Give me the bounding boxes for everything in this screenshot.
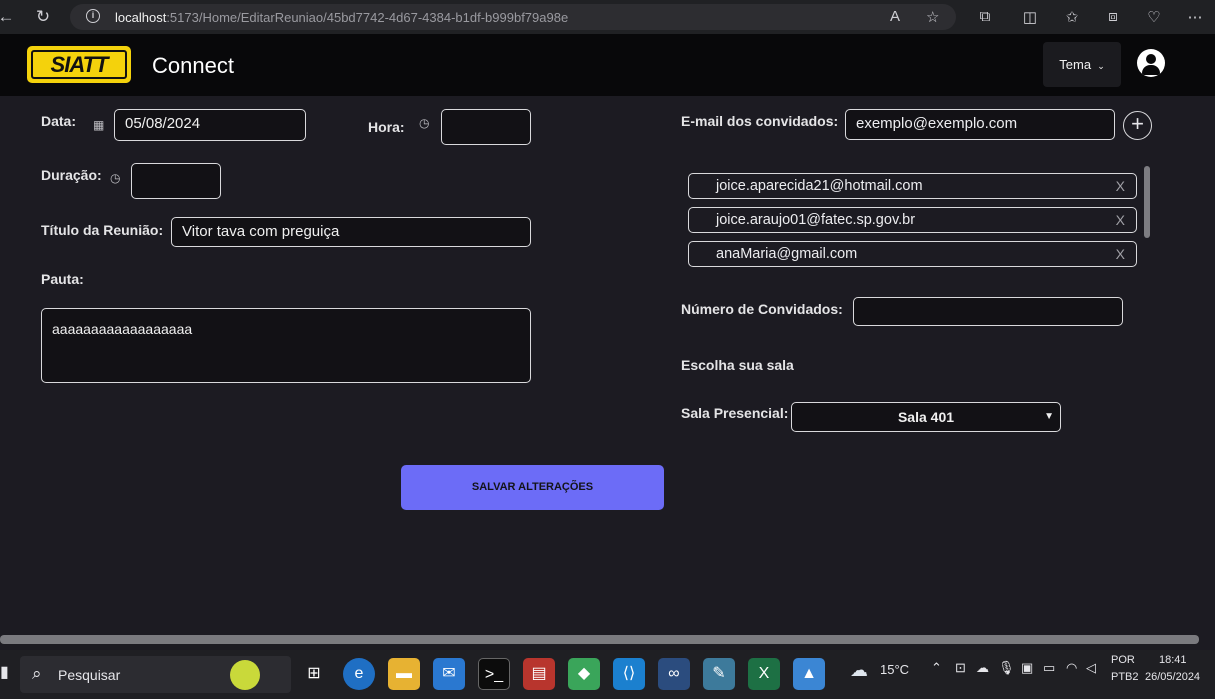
theme-label: Tema xyxy=(1059,57,1092,72)
clock-icon: ◷ xyxy=(110,171,121,185)
room-label: Sala Presencial: xyxy=(681,405,789,421)
usb-icon[interactable]: ⊡ xyxy=(955,660,966,676)
tennis-highlight-icon xyxy=(230,660,260,690)
siatt-logo[interactable]: SIATT xyxy=(27,46,131,83)
guest-email-text: anaMaria@gmail.com xyxy=(716,246,858,262)
guest-list-scrollbar[interactable] xyxy=(1144,166,1150,238)
time-input[interactable] xyxy=(441,109,531,145)
keyboard-layout-indicator[interactable]: PTB2 xyxy=(1111,671,1139,683)
favorite-star-icon[interactable]: ☆ xyxy=(926,8,939,26)
volume-icon[interactable]: ◁ xyxy=(1086,660,1096,676)
extensions-icon[interactable]: ⧉ xyxy=(976,8,994,25)
guest-emails-label: E-mail dos convidados: xyxy=(681,113,839,129)
guest-email-text: joice.aparecida21@hotmail.com xyxy=(716,178,923,194)
date-label: Data: xyxy=(41,113,77,129)
clock-date[interactable]: 26/05/2024 xyxy=(1145,671,1200,683)
clock-time[interactable]: 18:41 xyxy=(1159,654,1187,666)
agenda-textarea[interactable]: aaaaaaaaaaaaaaaaaa xyxy=(41,308,531,383)
edit-meeting-form: Data: ▦ 05/08/2024 Hora: ◷ Duração: ◷ Tí… xyxy=(0,96,1215,632)
plus-icon: + xyxy=(1131,111,1144,136)
read-aloud-icon[interactable]: A xyxy=(890,8,900,25)
windows-taskbar: ▮ ⌕ Pesquisar ⊞ e ▬ ✉ >_ ▤ ◆ ⟨⟩ ∞ ✎ X ▲ … xyxy=(0,650,1215,699)
mail-icon[interactable]: ✉ xyxy=(433,658,465,690)
address-bar[interactable]: i localhost:5173/Home/EditarReuniao/45bd… xyxy=(70,4,956,30)
brand-title: Connect xyxy=(152,53,234,78)
visual-studio-icon[interactable]: ∞ xyxy=(658,658,690,690)
duration-label: Duração: xyxy=(41,167,102,183)
browser-toolbar: ← ↻ i localhost:5173/Home/EditarReuniao/… xyxy=(0,0,1215,34)
room-select[interactable]: Sala 401 ▼ xyxy=(791,402,1061,432)
language-indicator[interactable]: POR xyxy=(1111,654,1135,666)
more-menu-icon[interactable]: ⋯ xyxy=(1186,8,1204,26)
split-screen-icon[interactable]: ◫ xyxy=(1021,8,1039,26)
app-header: SIATT Connect Tema ⌄ xyxy=(0,34,1215,96)
url-text: localhost:5173/Home/EditarReuniao/45bd77… xyxy=(115,10,569,25)
cloud-sync-icon[interactable]: ☁ xyxy=(976,660,989,676)
horizontal-scrollbar[interactable] xyxy=(0,632,1215,650)
notes-app-icon[interactable]: ✎ xyxy=(703,658,735,690)
microphone-icon[interactable]: 🎙 xyxy=(998,660,1015,676)
meeting-title-input[interactable]: Vitor tava com preguiça xyxy=(171,217,531,247)
terminal-icon[interactable]: >_ xyxy=(478,658,510,690)
archive-app-icon[interactable]: ▤ xyxy=(523,658,555,690)
calendar-icon: ▦ xyxy=(93,118,105,132)
duration-input[interactable] xyxy=(131,163,221,199)
vscode-icon[interactable]: ⟨⟩ xyxy=(613,658,645,690)
remove-guest-button[interactable]: X xyxy=(1116,178,1125,194)
photos-icon[interactable]: ▲ xyxy=(793,658,825,690)
guest-count-label: Número de Convidados: xyxy=(681,301,843,317)
remove-guest-button[interactable]: X xyxy=(1116,246,1125,262)
chevron-down-icon: ▼ xyxy=(1044,411,1054,422)
start-icon[interactable]: ▮ xyxy=(0,662,9,682)
chevron-up-icon[interactable]: ⌃ xyxy=(931,660,942,676)
add-guest-button[interactable]: + xyxy=(1123,111,1152,140)
performance-icon[interactable]: ♡ xyxy=(1145,8,1163,26)
guest-email-text: joice.araujo01@fatec.sp.gov.br xyxy=(716,212,916,228)
clock-icon: ◷ xyxy=(419,116,430,130)
chevron-down-icon: ⌄ xyxy=(1094,61,1105,71)
search-label: Pesquisar xyxy=(58,667,121,683)
task-view-icon[interactable]: ⊞ xyxy=(298,658,330,690)
reload-icon[interactable]: ↻ xyxy=(33,7,53,27)
display-icon[interactable]: ▣ xyxy=(1021,660,1033,676)
meeting-title-label: Título da Reunião: xyxy=(41,222,164,238)
search-icon: ⌕ xyxy=(32,664,42,683)
room-heading: Escolha sua sala xyxy=(681,357,794,373)
collections-icon[interactable]: ⧈ xyxy=(1104,8,1122,25)
guest-count-input[interactable] xyxy=(853,297,1123,326)
file-explorer-icon[interactable]: ▬ xyxy=(388,658,420,690)
excel-icon[interactable]: X xyxy=(748,658,780,690)
user-avatar-icon[interactable] xyxy=(1137,49,1165,77)
save-changes-button[interactable]: SALVAR ALTERAÇÕES xyxy=(401,465,664,510)
logo-text: SIATT xyxy=(31,50,127,79)
edge-browser-icon[interactable]: e xyxy=(343,658,375,690)
agenda-label: Pauta: xyxy=(41,271,84,287)
guest-email-input[interactable]: exemplo@exemplo.com xyxy=(845,109,1115,140)
time-label: Hora: xyxy=(368,119,405,135)
remove-guest-button[interactable]: X xyxy=(1116,212,1125,228)
weather-temperature: 15°C xyxy=(880,662,910,677)
room-select-value: Sala 401 xyxy=(897,409,955,425)
date-input[interactable]: 05/08/2024 xyxy=(114,109,306,141)
wifi-icon[interactable]: ◠ xyxy=(1066,660,1077,676)
battery-icon[interactable]: ▭ xyxy=(1043,660,1055,676)
back-icon[interactable]: ← xyxy=(0,7,16,27)
info-icon[interactable]: i xyxy=(86,9,100,23)
git-app-icon[interactable]: ◆ xyxy=(568,658,600,690)
favorites-icon[interactable]: ✩ xyxy=(1063,8,1081,26)
guest-email-item: joice.araujo01@fatec.sp.gov.br X xyxy=(688,207,1137,233)
weather-icon: ☁ xyxy=(850,660,868,680)
guest-email-item: joice.aparecida21@hotmail.com X xyxy=(688,173,1137,199)
taskbar-search[interactable]: ⌕ Pesquisar xyxy=(20,656,291,693)
theme-dropdown-button[interactable]: Tema ⌄ xyxy=(1043,42,1121,87)
guest-email-item: anaMaria@gmail.com X xyxy=(688,241,1137,267)
